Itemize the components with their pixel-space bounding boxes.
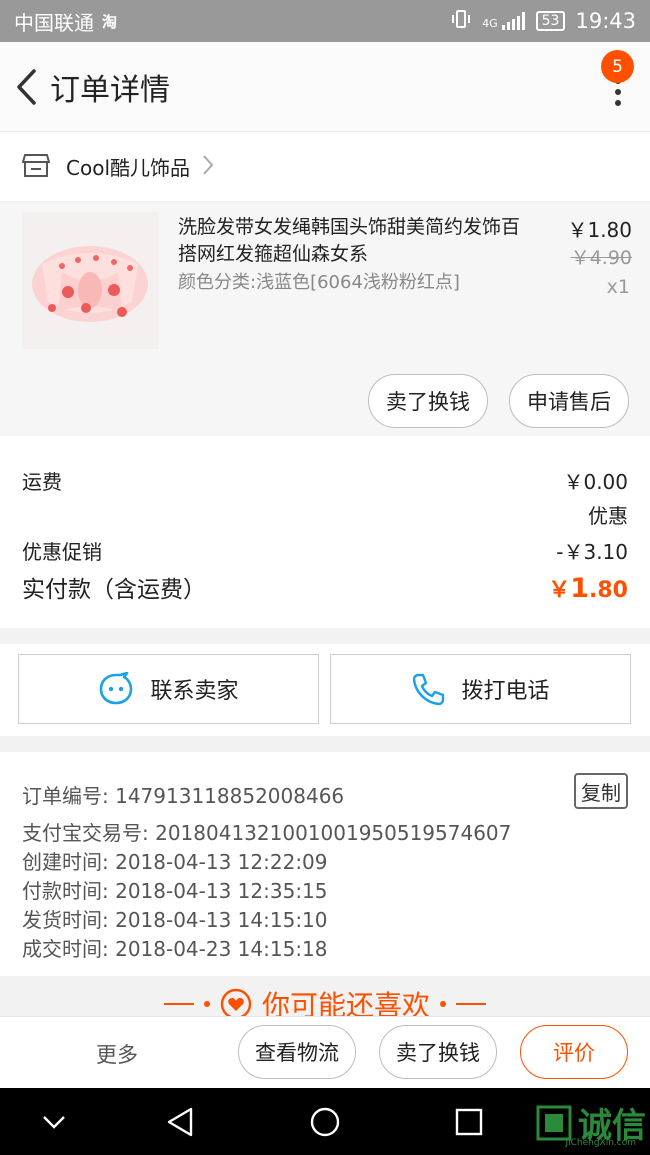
sell-for-cash-button[interactable]: 卖了换钱 [368, 374, 488, 428]
watermark: 诚信 JiChengXin.com [536, 1098, 646, 1148]
discount-note: 优惠 [588, 504, 628, 528]
promo-value: -￥3.10 [556, 540, 628, 564]
total-label: 实付款（含运费） [22, 577, 206, 603]
hide-keyboard-button[interactable] [36, 1104, 72, 1140]
network-type: 4G [482, 17, 498, 30]
carrier-group: 中国联通 淘 [14, 7, 117, 36]
alipay-number: 支付宝交易号: 2018041321001001950519574607 [22, 821, 512, 845]
promo-row: 优惠促销 -￥3.10 [22, 536, 628, 565]
clock: 19:43 [575, 9, 636, 33]
order-info: 订单编号: 147913118852008466 复制 支付宝交易号: 2018… [0, 752, 650, 976]
divider-dot [440, 1001, 446, 1007]
heart-icon [220, 988, 252, 1016]
shipping-value: ￥0.00 [563, 470, 628, 494]
chevron-left-icon [17, 68, 36, 105]
phone-icon [413, 673, 445, 706]
shipping-row: 运费 ￥0.00 [22, 466, 628, 495]
fee-summary: 运费 ￥0.00 优惠 优惠促销 -￥3.10 实付款（含运费） ￥1.80 [0, 436, 650, 628]
contact-seller-button[interactable]: 联系卖家 [18, 654, 319, 724]
chevron-down-icon [43, 1116, 65, 1129]
product-price: ￥1.80 [567, 218, 632, 242]
shop-name: Cool酷儿饰品 [66, 156, 190, 180]
circle-home-icon [310, 1107, 340, 1137]
shipping-label: 运费 [22, 470, 62, 494]
watermark-logo-icon [536, 1105, 572, 1140]
discount-note-row: 优惠 [22, 500, 628, 529]
watermark-subtext: JiChengXin.com [565, 1138, 636, 1148]
battery-icon: 53 [535, 11, 566, 31]
sell-for-cash-button-bottom[interactable]: 卖了换钱 [379, 1025, 497, 1079]
product-sku: 颜色分类:浅蓝色[6064浅粉粉红点] [178, 272, 460, 293]
completed-time: 成交时间: 2018-04-23 14:15:18 [22, 937, 328, 961]
view-logistics-button[interactable]: 查看物流 [238, 1025, 356, 1079]
store-icon [22, 152, 50, 182]
product-quantity: x1 [606, 276, 630, 298]
system-back-button[interactable] [162, 1104, 198, 1140]
after-sale-button[interactable]: 申请售后 [509, 374, 629, 428]
divider-line [163, 1003, 194, 1005]
header: 订单详情 5 [0, 42, 650, 132]
divider-dot [203, 1001, 210, 1007]
divider-line [456, 1003, 486, 1005]
call-phone-button[interactable]: 拨打电话 [330, 654, 631, 724]
recommend-title-row: 你可能还喜欢 [0, 984, 650, 1016]
copy-button[interactable]: 复制 [574, 773, 628, 809]
product-original-price: ￥4.90 [570, 247, 632, 269]
contact-seller-label: 联系卖家 [150, 679, 239, 704]
taobao-notification-icon: 淘 [102, 12, 118, 31]
square-recents-icon [455, 1108, 483, 1136]
recommend-header: 你可能还喜欢 [0, 976, 650, 1016]
signal-icon: 4G [482, 12, 526, 30]
total-decimal: .80 [589, 578, 628, 603]
back-button[interactable] [6, 67, 46, 107]
total-integer: 1 [570, 573, 590, 604]
page-title: 订单详情 [50, 72, 170, 108]
paid-time: 付款时间: 2018-04-13 12:35:15 [22, 879, 328, 903]
recommend-title: 你可能还喜欢 [261, 989, 430, 1016]
rate-button[interactable]: 评价 [520, 1025, 628, 1079]
order-number: 订单编号: 147913118852008466 [22, 784, 345, 808]
total-value: ￥1.80 [548, 572, 628, 604]
total-row: 实付款（含运费） ￥1.80 [22, 570, 628, 604]
vibrate-icon [450, 9, 472, 34]
shop-row[interactable]: Cool酷儿饰品 [0, 132, 650, 202]
shipped-time: 发货时间: 2018-04-13 14:15:10 [22, 908, 328, 932]
promo-label: 优惠促销 [22, 540, 102, 564]
triangle-back-icon [167, 1107, 193, 1137]
product-title: 洗脸发带女发绳韩国头饰甜美简约发饰百搭网红发箍超仙森女系 [178, 216, 521, 265]
chevron-right-icon [202, 154, 214, 180]
total-currency: ￥ [548, 578, 571, 603]
chat-face-icon [100, 672, 133, 705]
status-bar: 中国联通 淘 4G 53 19:43 [0, 0, 650, 42]
more-button[interactable]: 更多 [96, 1039, 138, 1069]
message-count-badge: 5 [601, 50, 634, 83]
bottom-action-bar: 更多 查看物流 卖了换钱 评价 [0, 1016, 650, 1088]
system-home-button[interactable] [307, 1104, 343, 1140]
system-recents-button[interactable] [451, 1104, 487, 1140]
created-time: 创建时间: 2018-04-13 12:22:09 [22, 850, 328, 874]
contact-section: 联系卖家 拨打电话 [0, 644, 650, 736]
call-phone-label: 拨打电话 [461, 679, 550, 704]
carrier-name: 中国联通 [14, 10, 94, 35]
product-card[interactable]: 洗脸发带女发绳韩国头饰甜美简约发饰百搭网红发箍超仙森女系 颜色分类:浅蓝色[60… [0, 202, 650, 436]
system-navigation-bar: 诚信 JiChengXin.com [0, 1088, 650, 1155]
status-icons: 4G 53 19:43 [450, 9, 636, 34]
product-image[interactable] [22, 212, 159, 349]
